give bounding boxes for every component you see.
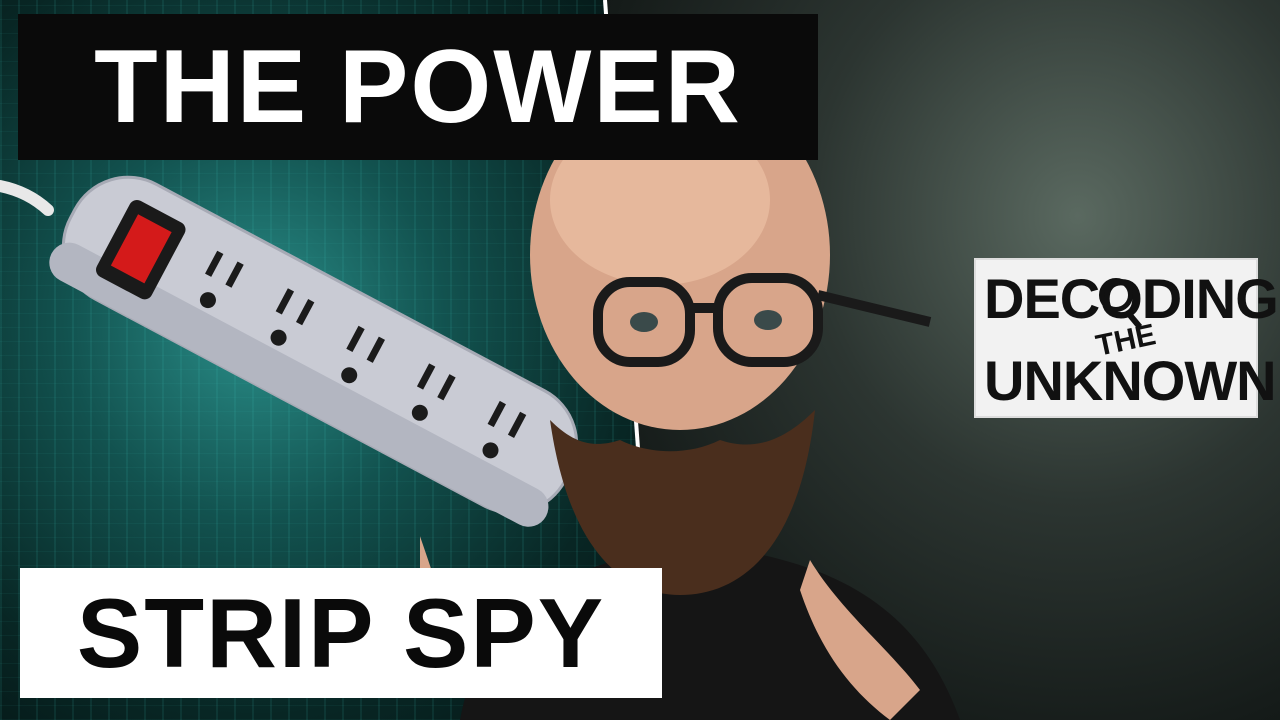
channel-logo: DECODING THE UNKNOWN bbox=[974, 258, 1279, 418]
headline-bottom: STRIP SPY bbox=[20, 568, 662, 698]
logo-line2: UNKNOWN bbox=[984, 349, 1277, 412]
magnifying-glass-icon bbox=[1099, 278, 1133, 312]
thumbnail: THE POWER STRIP SPY DECODING THE UNKNOWN bbox=[0, 0, 1280, 720]
headline-top: THE POWER bbox=[18, 14, 818, 160]
